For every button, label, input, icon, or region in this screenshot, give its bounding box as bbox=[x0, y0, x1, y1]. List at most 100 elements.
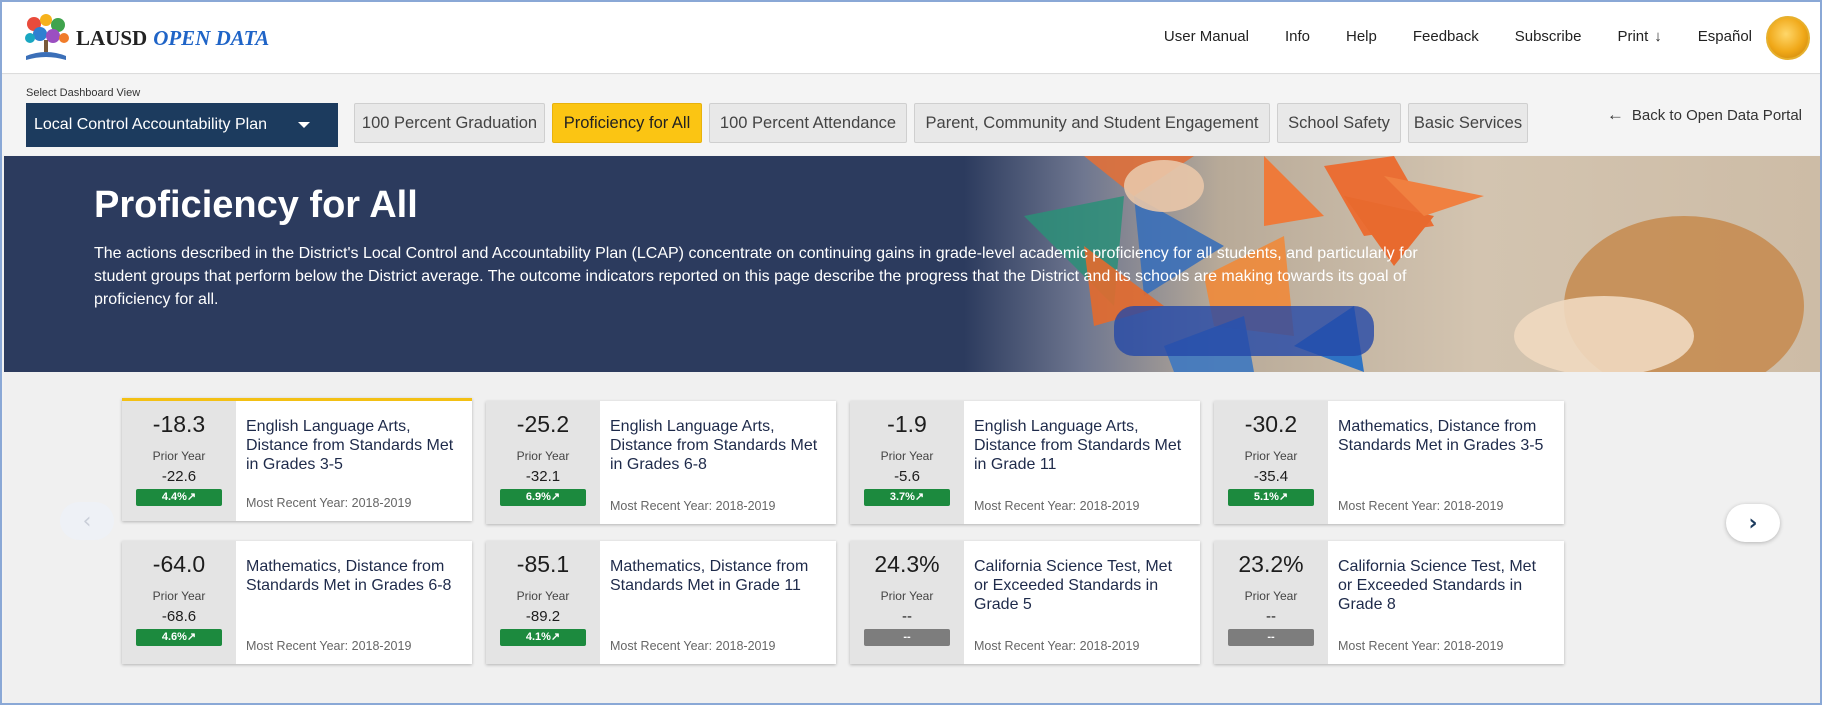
card-info: English Language Arts, Distance from Sta… bbox=[600, 401, 836, 524]
card-prior-value: -22.6 bbox=[161, 468, 197, 485]
card-change-badge: 4.1%↗ bbox=[500, 629, 586, 646]
card-prior-value: -- bbox=[902, 608, 912, 625]
card-prior-label: Prior Year bbox=[880, 449, 934, 463]
card-value: 23.2% bbox=[1238, 551, 1304, 577]
card-value: -30.2 bbox=[1244, 411, 1298, 437]
card-prior-label: Prior Year bbox=[1244, 589, 1298, 603]
card-info: Mathematics, Distance from Standards Met… bbox=[600, 541, 836, 664]
card-metric-panel: -18.3 Prior Year -22.6 4.4%↗ bbox=[122, 401, 236, 521]
card-prior-label: Prior Year bbox=[880, 589, 934, 603]
card-title: Mathematics, Distance from Standards Met… bbox=[246, 558, 452, 594]
card-info: English Language Arts, Distance from Sta… bbox=[236, 401, 472, 521]
tab-basic-services[interactable]: Basic Services bbox=[1408, 103, 1528, 143]
card-prior-value: -89.2 bbox=[525, 608, 561, 625]
indicator-card[interactable]: 23.2% Prior Year -- -- California Scienc… bbox=[1214, 541, 1564, 664]
tab-school-safety[interactable]: School Safety bbox=[1277, 103, 1401, 143]
card-recent-year: Most Recent Year: 2018-2019 bbox=[974, 499, 1140, 513]
card-prior-value: -32.1 bbox=[525, 468, 561, 485]
card-change-badge: 4.6%↗ bbox=[136, 629, 222, 646]
caret-down-icon bbox=[298, 122, 310, 128]
card-prior-label: Prior Year bbox=[516, 449, 570, 463]
card-metric-panel: -30.2 Prior Year -35.4 5.1%↗ bbox=[1214, 401, 1328, 524]
dashboard-view-value: Local Control Accountability Plan bbox=[34, 116, 268, 133]
brand-title[interactable]: LAUSD OPEN DATA bbox=[76, 26, 269, 51]
card-recent-year: Most Recent Year: 2018-2019 bbox=[246, 496, 412, 510]
card-title: English Language Arts, Distance from Sta… bbox=[246, 418, 454, 473]
card-prior-label: Prior Year bbox=[152, 589, 206, 603]
card-metric-panel: -64.0 Prior Year -68.6 4.6%↗ bbox=[122, 541, 236, 664]
dashboard-selector-row: Select Dashboard View Local Control Acco… bbox=[2, 75, 1820, 155]
card-recent-year: Most Recent Year: 2018-2019 bbox=[974, 639, 1140, 653]
indicator-card[interactable]: -30.2 Prior Year -35.4 5.1%↗ Mathematics… bbox=[1214, 401, 1564, 524]
app-frame: LAUSD OPEN DATA User Manual Info Help Fee… bbox=[0, 0, 1822, 705]
card-change-badge: 5.1%↗ bbox=[1228, 489, 1314, 506]
nav-print[interactable]: Print ↓ bbox=[1617, 28, 1661, 45]
nav-subscribe[interactable]: Subscribe bbox=[1515, 28, 1582, 45]
indicator-card[interactable]: -64.0 Prior Year -68.6 4.6%↗ Mathematics… bbox=[122, 541, 472, 664]
indicator-card[interactable]: -18.3 Prior Year -22.6 4.4%↗ English Lan… bbox=[122, 398, 472, 521]
tab-100-percent-graduation[interactable]: 100 Percent Graduation bbox=[354, 103, 545, 143]
card-prior-value: -68.6 bbox=[161, 608, 197, 625]
card-value: 24.3% bbox=[874, 551, 940, 577]
card-prior-value: -5.6 bbox=[894, 468, 920, 485]
card-prior-value: -35.4 bbox=[1253, 468, 1289, 485]
tab-100-percent-attendance[interactable]: 100 Percent Attendance bbox=[709, 103, 907, 143]
card-value: -64.0 bbox=[152, 551, 206, 577]
carousel-next-button[interactable]: › bbox=[1726, 504, 1780, 542]
card-change-badge: 3.7%↗ bbox=[864, 489, 950, 506]
indicator-card[interactable]: -1.9 Prior Year -5.6 3.7%↗ English Langu… bbox=[850, 401, 1200, 524]
tab-parent-community-engagement[interactable]: Parent, Community and Student Engagement bbox=[914, 103, 1270, 143]
card-info: Mathematics, Distance from Standards Met… bbox=[236, 541, 472, 664]
card-value: -1.9 bbox=[887, 411, 927, 437]
card-metric-panel: -25.2 Prior Year -32.1 6.9%↗ bbox=[486, 401, 600, 524]
brand-accent: OPEN DATA bbox=[153, 26, 270, 50]
district-seal-icon[interactable] bbox=[1766, 16, 1810, 60]
dashboard-tabs: 100 Percent Graduation Proficiency for A… bbox=[354, 103, 1528, 143]
card-title: English Language Arts, Distance from Sta… bbox=[974, 418, 1182, 473]
page-title: Proficiency for All bbox=[94, 184, 418, 226]
card-recent-year: Most Recent Year: 2018-2019 bbox=[610, 639, 776, 653]
indicator-cards-area: ‹ › -18.3 Prior Year -22.6 4.4%↗ English… bbox=[4, 372, 1820, 703]
download-arrow-icon: ↓ bbox=[1654, 28, 1662, 45]
back-to-portal-link[interactable]: ← Back to Open Data Portal bbox=[1607, 105, 1802, 125]
nav-user-manual[interactable]: User Manual bbox=[1164, 28, 1249, 45]
card-title: Mathematics, Distance from Standards Met… bbox=[610, 558, 809, 594]
hero-banner: Proficiency for All The actions describe… bbox=[4, 156, 1820, 372]
card-value: -85.1 bbox=[516, 551, 570, 577]
nav-help[interactable]: Help bbox=[1346, 28, 1377, 45]
top-bar: LAUSD OPEN DATA User Manual Info Help Fee… bbox=[2, 2, 1820, 74]
nav-espanol[interactable]: Español bbox=[1698, 28, 1752, 45]
chevron-left-icon: ‹ bbox=[82, 508, 92, 534]
card-recent-year: Most Recent Year: 2018-2019 bbox=[610, 499, 776, 513]
indicator-card[interactable]: -85.1 Prior Year -89.2 4.1%↗ Mathematics… bbox=[486, 541, 836, 664]
card-title: California Science Test, Met or Exceeded… bbox=[974, 558, 1173, 613]
carousel-prev-button[interactable]: ‹ bbox=[60, 502, 114, 540]
dashboard-view-label: Select Dashboard View bbox=[26, 87, 141, 99]
tab-proficiency-for-all[interactable]: Proficiency for All bbox=[552, 103, 702, 143]
card-info: English Language Arts, Distance from Sta… bbox=[964, 401, 1200, 524]
dashboard-view-select[interactable]: Local Control Accountability Plan bbox=[26, 103, 338, 147]
card-prior-label: Prior Year bbox=[516, 589, 570, 603]
card-prior-label: Prior Year bbox=[1244, 449, 1298, 463]
brand-prefix: LAUSD bbox=[76, 26, 148, 50]
nav-feedback[interactable]: Feedback bbox=[1413, 28, 1479, 45]
indicator-card[interactable]: -25.2 Prior Year -32.1 6.9%↗ English Lan… bbox=[486, 401, 836, 524]
card-change-badge: -- bbox=[1228, 629, 1314, 646]
card-prior-value: -- bbox=[1266, 608, 1276, 625]
card-value: -25.2 bbox=[516, 411, 570, 437]
card-change-badge: 6.9%↗ bbox=[500, 489, 586, 506]
indicator-card[interactable]: 24.3% Prior Year -- -- California Scienc… bbox=[850, 541, 1200, 664]
card-title: California Science Test, Met or Exceeded… bbox=[1338, 558, 1537, 613]
card-info: Mathematics, Distance from Standards Met… bbox=[1328, 401, 1564, 524]
arrow-left-icon: ← bbox=[1606, 105, 1624, 124]
card-title: Mathematics, Distance from Standards Met… bbox=[1338, 418, 1544, 454]
lausd-logo-icon[interactable] bbox=[20, 12, 72, 64]
card-recent-year: Most Recent Year: 2018-2019 bbox=[1338, 499, 1504, 513]
card-title: English Language Arts, Distance from Sta… bbox=[610, 418, 818, 473]
top-nav: User Manual Info Help Feedback Subscribe… bbox=[1128, 28, 1752, 45]
card-prior-label: Prior Year bbox=[152, 449, 206, 463]
card-info: California Science Test, Met or Exceeded… bbox=[964, 541, 1200, 664]
card-info: California Science Test, Met or Exceeded… bbox=[1328, 541, 1564, 664]
card-metric-panel: 24.3% Prior Year -- -- bbox=[850, 541, 964, 664]
nav-info[interactable]: Info bbox=[1285, 28, 1310, 45]
